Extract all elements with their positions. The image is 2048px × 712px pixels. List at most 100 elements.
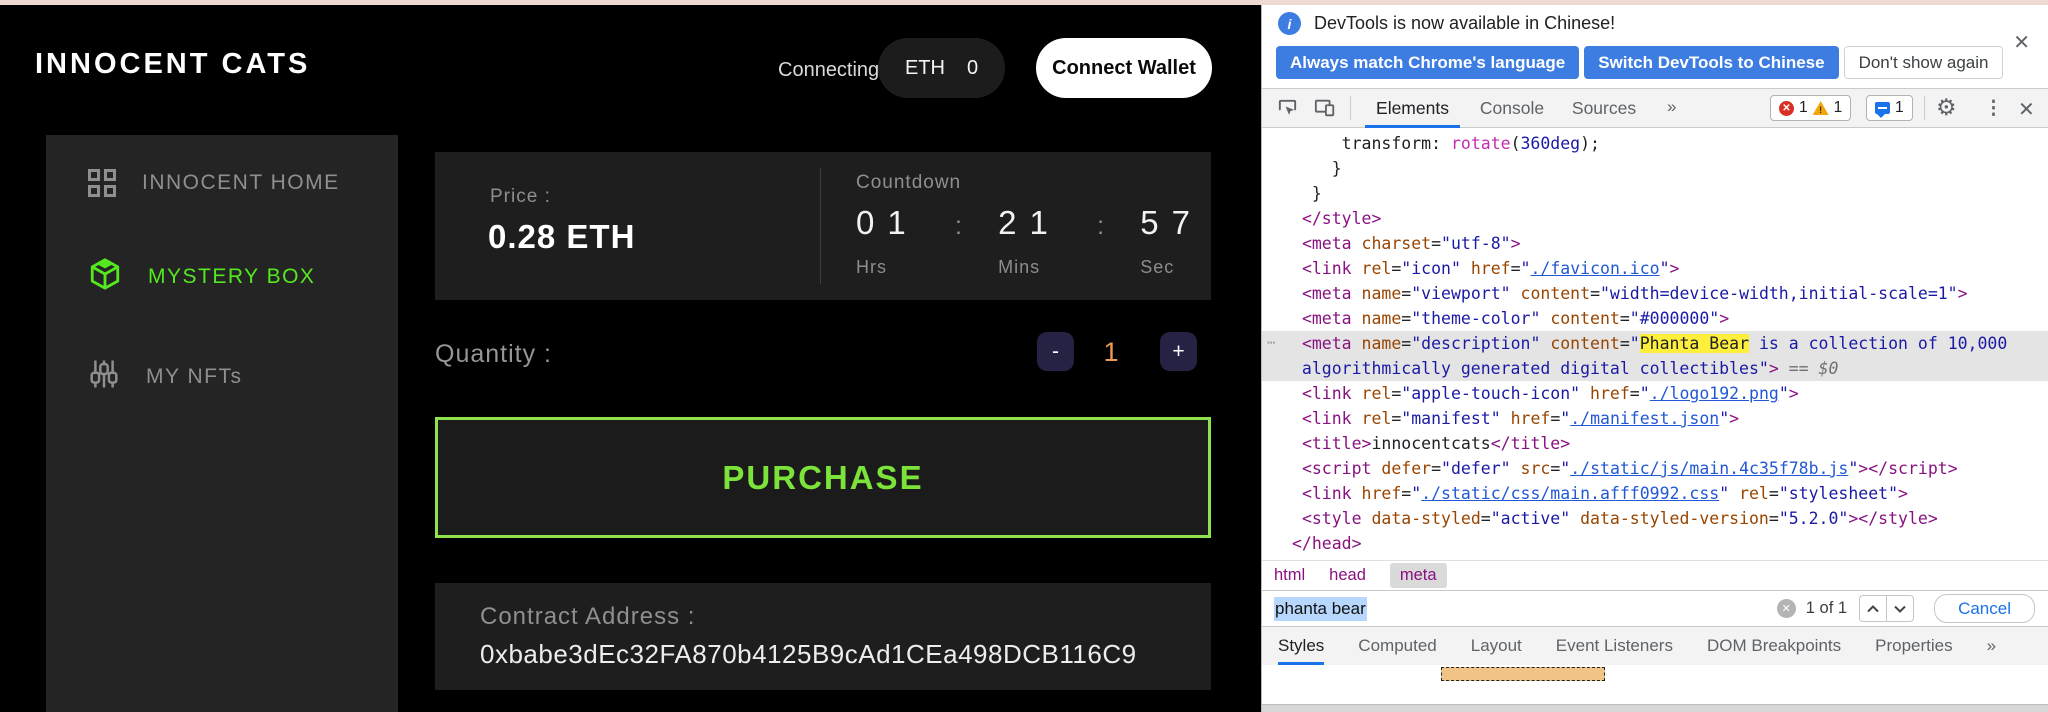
quantity-decrease-button[interactable]: - bbox=[1037, 332, 1074, 371]
price-label: Price : bbox=[490, 186, 551, 207]
contract-panel: Contract Address : 0xbabe3dEc32FA870b412… bbox=[435, 583, 1211, 690]
code-line[interactable]: <script defer="defer" src="./static/js/m… bbox=[1262, 456, 2048, 481]
drawer-edge bbox=[1262, 704, 2048, 712]
site-logo: INNOCENT CATS bbox=[35, 48, 311, 80]
code-line[interactable]: <meta name="theme-color" content="#00000… bbox=[1262, 306, 2048, 331]
code-line[interactable]: transform: rotate(360deg); bbox=[1262, 131, 2048, 156]
panel-divider bbox=[820, 168, 821, 284]
styles-pane-tabs: Styles Computed Layout Event Listeners D… bbox=[1262, 626, 2048, 666]
more-tabs-icon[interactable]: » bbox=[1667, 97, 1676, 117]
next-match-button[interactable] bbox=[1886, 595, 1915, 622]
quantity-value: 1 bbox=[1103, 337, 1119, 367]
tab-elements[interactable]: Elements bbox=[1365, 89, 1460, 128]
sidebar-item-my-nfts[interactable]: MY NFTs bbox=[88, 357, 242, 397]
devtools-notification: i DevTools is now available in Chinese! bbox=[1278, 12, 1615, 35]
tab-console[interactable]: Console bbox=[1472, 89, 1552, 127]
toolbar-divider bbox=[1350, 96, 1351, 120]
code-line[interactable]: } bbox=[1262, 181, 2048, 206]
eth-balance-pill[interactable]: ETH 0 bbox=[878, 38, 1005, 98]
code-line[interactable]: algorithmically generated digital collec… bbox=[1262, 356, 2048, 381]
quantity-label: Quantity : bbox=[435, 340, 552, 368]
dont-show-again-button[interactable]: Don't show again bbox=[1843, 46, 2004, 79]
code-line[interactable]: <style data-styled="active" data-styled-… bbox=[1262, 506, 2048, 531]
breadcrumb-meta[interactable]: meta bbox=[1389, 563, 1447, 588]
countdown-hours-value: 01 bbox=[856, 204, 919, 241]
code-line[interactable]: <link rel="manifest" href="./manifest.js… bbox=[1262, 406, 2048, 431]
notification-buttons: Always match Chrome's language Switch De… bbox=[1276, 46, 2004, 79]
code-line[interactable]: <link rel="icon" href="./favicon.ico"> bbox=[1262, 256, 2048, 281]
breadcrumb: html head meta bbox=[1262, 560, 2048, 590]
sidebar-item-innocent-home[interactable]: INNOCENT HOME bbox=[88, 163, 340, 203]
more-panel-tabs-icon[interactable]: » bbox=[1987, 627, 1996, 665]
console-status-badge[interactable]: ✕ 1 ! 1 bbox=[1770, 95, 1852, 121]
contract-address-label: Contract Address : bbox=[480, 603, 696, 630]
countdown-label: Countdown bbox=[856, 172, 962, 193]
gutter-more-icon[interactable]: ⋯ bbox=[1267, 331, 1275, 356]
notification-close-icon[interactable]: ✕ bbox=[2013, 30, 2030, 55]
countdown-hours: 01 Hrs bbox=[856, 204, 919, 278]
switch-devtools-chinese-button[interactable]: Switch DevTools to Chinese bbox=[1584, 46, 1839, 79]
warning-count: 1 bbox=[1833, 99, 1843, 116]
code-line[interactable]: <link rel="apple-touch-icon" href="./log… bbox=[1262, 381, 2048, 406]
eth-label: ETH bbox=[904, 56, 945, 79]
countdown-minutes: 21 Mins bbox=[998, 204, 1061, 278]
devtools-close-icon[interactable]: ✕ bbox=[2018, 97, 2035, 122]
dapp-page: INNOCENT CATS Connecting... ETH 0 Connec… bbox=[0, 0, 1261, 712]
element-highlight-box bbox=[1441, 667, 1605, 681]
error-icon: ✕ bbox=[1779, 100, 1794, 116]
countdown: 01 Hrs : 21 Mins : 57 Sec bbox=[856, 204, 1203, 278]
breadcrumb-html[interactable]: html bbox=[1274, 566, 1305, 585]
connect-wallet-button[interactable]: Connect Wallet bbox=[1036, 38, 1212, 98]
tab-layout[interactable]: Layout bbox=[1471, 627, 1522, 665]
tab-styles[interactable]: Styles bbox=[1278, 627, 1325, 665]
device-toolbar-icon[interactable] bbox=[1314, 97, 1336, 124]
sidebar-item-mystery-box[interactable]: MYSTERY BOX bbox=[88, 257, 315, 297]
notification-message: DevTools is now available in Chinese! bbox=[1314, 13, 1616, 33]
quantity-increase-button[interactable]: + bbox=[1160, 332, 1197, 371]
info-icon: i bbox=[1278, 12, 1301, 35]
error-count: 1 bbox=[1799, 99, 1808, 116]
match-chrome-language-button[interactable]: Always match Chrome's language bbox=[1276, 46, 1580, 79]
kebab-menu-icon[interactable]: ⋮ bbox=[1984, 97, 2003, 120]
code-line[interactable]: <meta charset="utf-8"> bbox=[1262, 231, 2048, 256]
sidebar-item-label: MY NFTs bbox=[146, 365, 243, 388]
code-line[interactable]: ⋯ <meta name="description" content="Phan… bbox=[1262, 331, 2048, 356]
toolbar-divider bbox=[1924, 96, 1925, 120]
cancel-search-button[interactable]: Cancel bbox=[1934, 594, 2035, 623]
search-input[interactable]: phanta bear bbox=[1274, 596, 1367, 621]
issues-badge[interactable]: 1 bbox=[1866, 95, 1913, 121]
code-line[interactable]: } bbox=[1262, 156, 2048, 181]
code-line[interactable]: </head> bbox=[1262, 531, 2048, 556]
tab-sources[interactable]: Sources bbox=[1564, 89, 1644, 127]
tab-properties[interactable]: Properties bbox=[1875, 627, 1952, 665]
price-value: 0.28 ETH bbox=[488, 218, 636, 255]
gear-icon[interactable]: ⚙ bbox=[1936, 94, 1957, 121]
grid-icon bbox=[88, 169, 116, 197]
previous-match-button[interactable] bbox=[1859, 595, 1888, 622]
sliders-icon bbox=[88, 358, 120, 396]
countdown-minutes-unit: Mins bbox=[998, 257, 1041, 277]
countdown-seconds: 57 Sec bbox=[1140, 204, 1203, 278]
code-line[interactable]: </style> bbox=[1262, 206, 2048, 231]
window-top-edge bbox=[0, 0, 2048, 5]
warning-icon: ! bbox=[1812, 101, 1829, 115]
countdown-minutes-value: 21 bbox=[998, 204, 1061, 241]
code-line[interactable]: <meta name="viewport" content="width=dev… bbox=[1262, 281, 2048, 306]
devtools-panel: i DevTools is now available in Chinese! … bbox=[1261, 0, 2048, 712]
breadcrumb-head[interactable]: head bbox=[1329, 566, 1366, 585]
issue-count: 1 bbox=[1895, 99, 1904, 116]
devtools-toolbar: Elements Console Sources » ✕ 1 ! 1 1 ⚙ ⋮… bbox=[1262, 88, 2048, 128]
search-controls: ✕ 1 of 1 Cancel bbox=[1776, 594, 2035, 623]
clear-search-icon[interactable]: ✕ bbox=[1776, 599, 1796, 618]
price-countdown-panel: Price : 0.28 ETH Countdown 01 Hrs : 21 M… bbox=[435, 152, 1211, 300]
tab-computed[interactable]: Computed bbox=[1358, 627, 1436, 665]
tab-dom-breakpoints[interactable]: DOM Breakpoints bbox=[1707, 627, 1841, 665]
tab-event-listeners[interactable]: Event Listeners bbox=[1556, 627, 1673, 665]
code-line[interactable]: <link href="./static/css/main.afff0992.c… bbox=[1262, 481, 2048, 506]
dom-search-bar[interactable]: phanta bear ✕ 1 of 1 Cancel bbox=[1262, 590, 2048, 626]
search-match-count: 1 of 1 bbox=[1805, 599, 1848, 617]
countdown-colon: : bbox=[1097, 212, 1105, 240]
inspect-element-icon[interactable] bbox=[1276, 96, 1299, 124]
purchase-button[interactable]: PURCHASE bbox=[435, 417, 1211, 538]
code-line[interactable]: <title>innocentcats</title> bbox=[1262, 431, 2048, 456]
